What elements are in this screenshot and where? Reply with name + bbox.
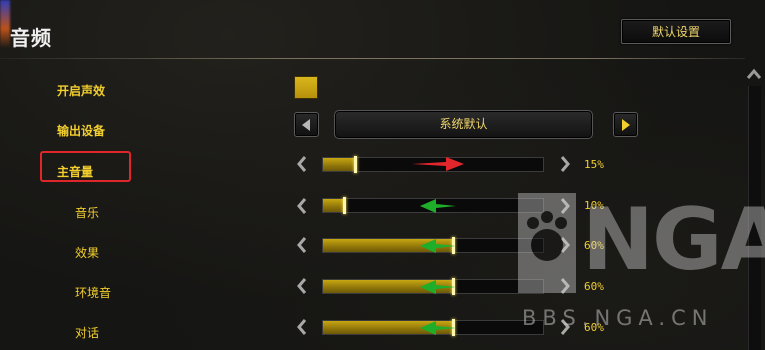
ambient-increase-chevron-icon[interactable] — [559, 278, 571, 294]
master-increase-chevron-icon[interactable] — [559, 156, 571, 172]
dialog-volume-label: 对话 — [75, 326, 100, 340]
dialog-decrease-chevron-icon[interactable] — [296, 319, 308, 335]
output-device-next-button[interactable] — [613, 112, 638, 137]
highlight-box — [40, 151, 131, 182]
ambient-decrease-chevron-icon[interactable] — [296, 278, 308, 294]
annotation-arrow-left-green-icon — [420, 280, 456, 294]
scroll-up-chevron-icon[interactable] — [747, 68, 761, 80]
arrow-left-icon — [302, 119, 310, 131]
effects-decrease-chevron-icon[interactable] — [296, 237, 308, 253]
annotation-arrow-right-red-icon — [412, 157, 464, 171]
enable-sound-checkbox[interactable] — [294, 76, 318, 99]
master-decrease-chevron-icon[interactable] — [296, 156, 308, 172]
master-volume-value: 15% — [584, 158, 604, 171]
music-increase-chevron-icon[interactable] — [559, 198, 571, 214]
output-device-dropdown[interactable]: 系统默认 — [334, 110, 593, 139]
effects-increase-chevron-icon[interactable] — [559, 237, 571, 253]
watermark-url: BBS.NGA.CN — [522, 306, 714, 330]
music-decrease-chevron-icon[interactable] — [296, 198, 308, 214]
watermark-brand: NGA — [582, 190, 765, 290]
enable-sound-label: 开启声效 — [57, 84, 106, 98]
slider-fill — [323, 199, 345, 212]
page-title: 音频 — [10, 26, 52, 50]
default-settings-button[interactable]: 默认设置 — [621, 19, 731, 44]
slider-thumb[interactable] — [354, 156, 357, 173]
annotation-arrow-left-green-icon — [420, 321, 456, 335]
arrow-right-icon — [622, 119, 630, 131]
output-device-prev-button[interactable] — [294, 112, 319, 137]
slider-fill — [323, 158, 356, 171]
music-volume-label: 音乐 — [75, 206, 100, 220]
output-device-label: 输出设备 — [57, 124, 106, 138]
annotation-arrow-left-green-icon — [420, 199, 456, 213]
flame-decoration — [0, 0, 10, 48]
annotation-arrow-left-green-icon — [420, 239, 456, 253]
slider-thumb[interactable] — [343, 197, 346, 214]
effects-volume-label: 效果 — [75, 246, 100, 260]
title-divider — [0, 58, 745, 59]
ambient-volume-label: 环境音 — [75, 286, 112, 300]
